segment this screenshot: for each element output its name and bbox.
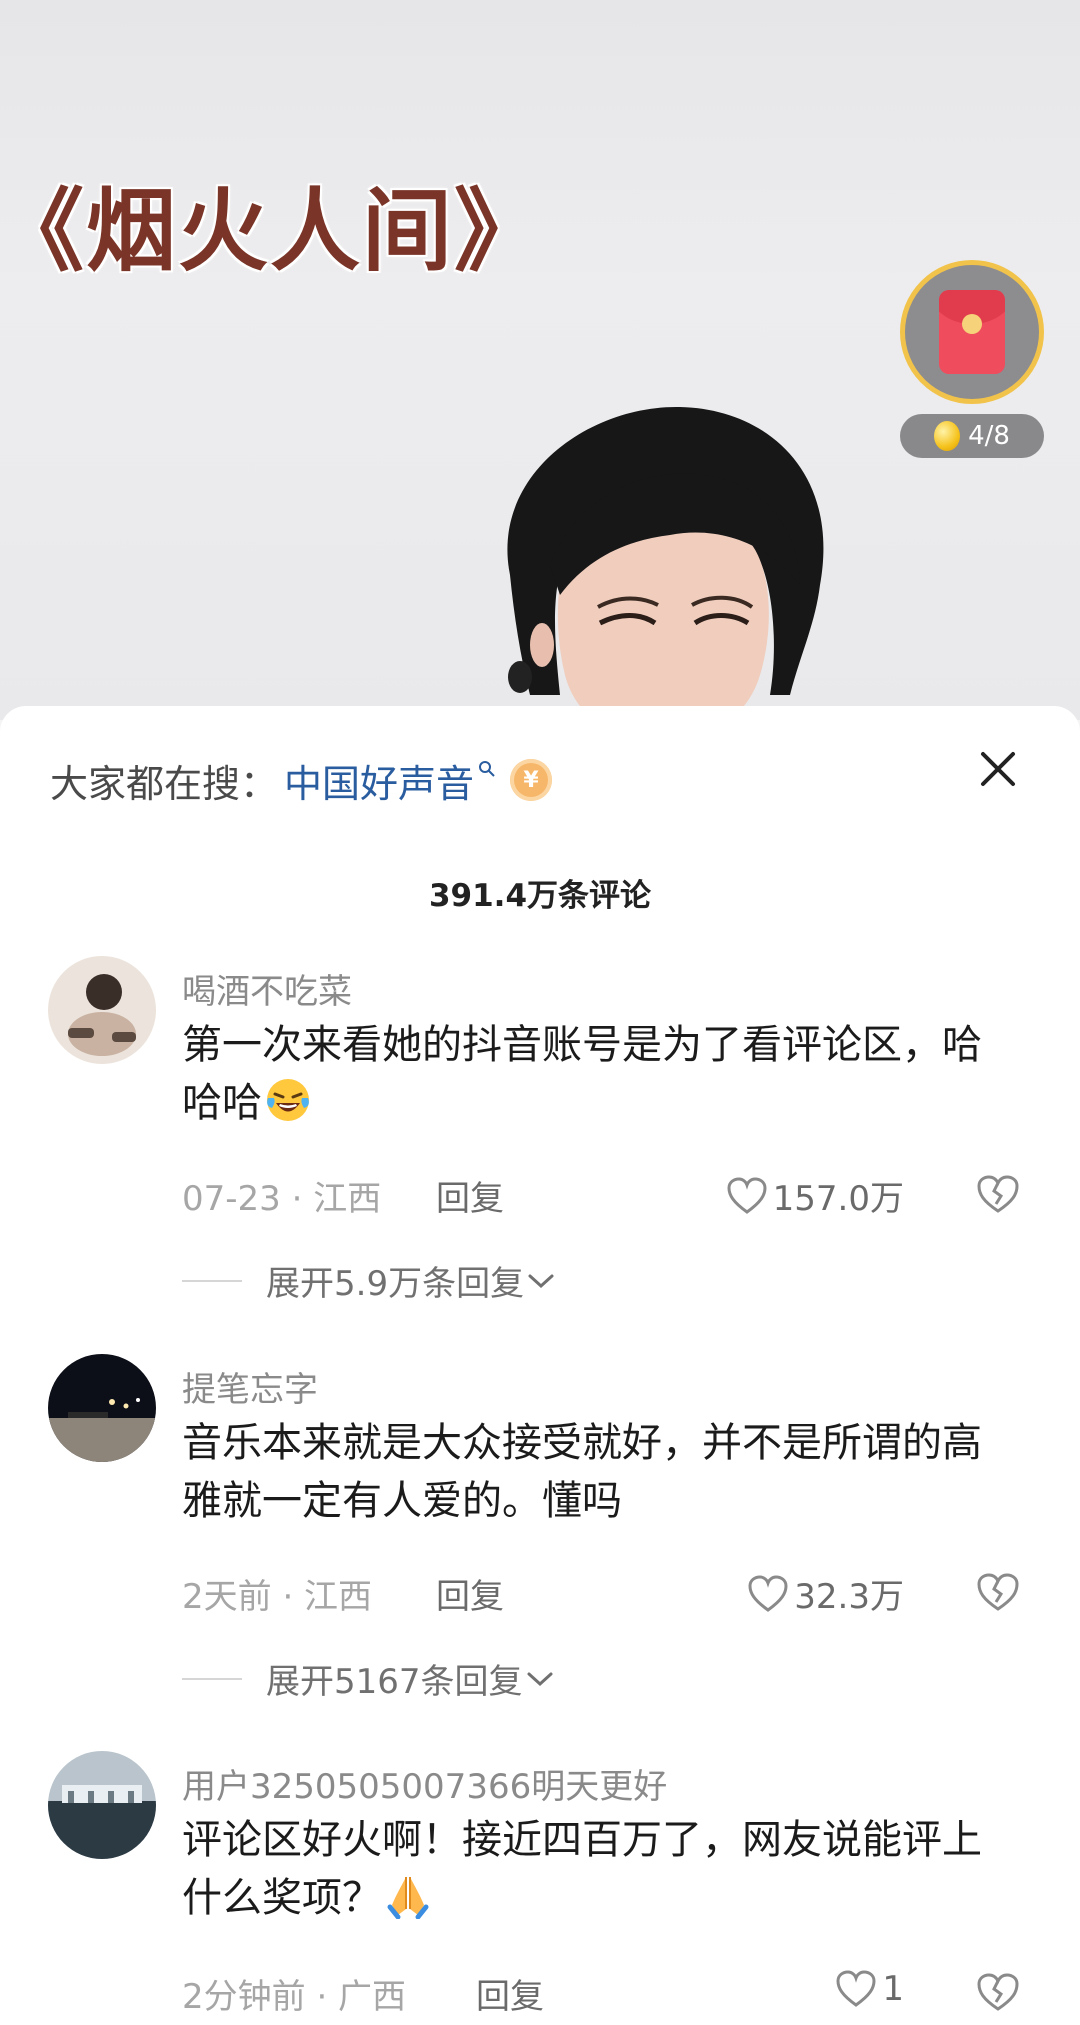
video-title-overlay: 《烟火人间》 xyxy=(0,178,546,284)
divider-line xyxy=(182,1677,242,1680)
gold-coin-icon xyxy=(934,421,961,451)
avatar[interactable] xyxy=(48,1354,156,1462)
yuan-coin-icon[interactable]: ¥ xyxy=(510,759,553,801)
hot-search-bar[interactable]: 大家都在搜： 中国好声音 ¥ xyxy=(50,750,553,810)
praying-hands-emoji-icon xyxy=(387,1877,429,1919)
video-person-image xyxy=(507,406,824,720)
comment-text: 音乐本来就是大众接受就好，并不是所谓的高雅就一定有人爱的。懂吗 xyxy=(182,1420,982,1524)
comment-item: 喝酒不吃菜 第一次来看她的抖音账号是为了看评论区，哈哈哈 07-23 · 江西 … xyxy=(0,956,1080,1356)
comment-count: 391.4万条评论 xyxy=(428,878,652,914)
red-packet-icon xyxy=(939,290,1005,374)
chevron-down-icon xyxy=(528,1274,554,1288)
chevron-down-icon xyxy=(527,1672,553,1686)
comment-meta: 07-23 · 江西 xyxy=(182,1179,382,1219)
comment-username[interactable]: 用户3250505007366明天更好 xyxy=(182,1759,667,1808)
reply-button[interactable]: 回复 xyxy=(436,1569,504,1618)
laughing-tears-emoji-icon xyxy=(267,1079,309,1121)
like-button[interactable]: 32.3万 xyxy=(748,1569,904,1618)
comment-sheet: 大家都在搜： 中国好声音 ¥ 391.4万条评论 喝酒不吃菜 第一次来看她的抖音… xyxy=(0,706,1080,2025)
search-icon xyxy=(479,761,495,777)
avatar[interactable] xyxy=(48,1751,156,1859)
like-count: 32.3万 xyxy=(794,1577,904,1617)
broken-heart-icon[interactable] xyxy=(976,1572,1020,1612)
comment-username[interactable]: 喝酒不吃菜 xyxy=(182,964,352,1013)
task-progress-badge[interactable]: 4/8 xyxy=(900,414,1044,458)
avatar[interactable] xyxy=(48,956,156,1064)
comment-username[interactable]: 提笔忘字 xyxy=(182,1362,318,1411)
broken-heart-icon[interactable] xyxy=(976,1972,1020,2012)
like-count: 1 xyxy=(882,1969,904,2009)
hot-search-term[interactable]: 中国好声音 xyxy=(284,753,474,808)
divider-line xyxy=(182,1279,242,1282)
close-icon[interactable] xyxy=(975,746,1021,792)
like-button[interactable]: 1 xyxy=(836,1969,904,2009)
expand-replies-button[interactable]: 展开5.9万条回复 xyxy=(182,1256,558,1305)
comment-item: 用户3250505007366明天更好 评论区好火啊！接近四百万了，网友说能评上… xyxy=(0,1751,1080,2025)
reply-button[interactable]: 回复 xyxy=(436,1171,504,1220)
video-player[interactable]: 《烟火人间》 4/8 xyxy=(0,0,1080,720)
expand-replies-label: 展开5167条回复 xyxy=(266,1662,523,1702)
comment-text: 第一次来看她的抖音账号是为了看评论区，哈哈哈 xyxy=(182,1016,1012,1132)
comment-meta: 2分钟前 · 广西 xyxy=(182,1977,407,2017)
like-button[interactable]: 157.0万 xyxy=(727,1171,904,1220)
broken-heart-icon[interactable] xyxy=(976,1174,1020,1214)
expand-replies-button[interactable]: 展开5167条回复 xyxy=(182,1654,557,1703)
comment-item: 提笔忘字 音乐本来就是大众接受就好，并不是所谓的高雅就一定有人爱的。懂吗 2天前… xyxy=(0,1354,1080,1734)
task-progress-text: 4/8 xyxy=(968,421,1010,451)
red-packet-button[interactable] xyxy=(900,260,1044,404)
expand-replies-label: 展开5.9万条回复 xyxy=(266,1264,525,1304)
heart-icon xyxy=(727,1176,767,1214)
comment-text-body: 评论区好火啊！接近四百万了，网友说能评上什么奖项？ xyxy=(182,1817,982,1921)
comment-meta: 2天前 · 江西 xyxy=(182,1577,373,1617)
hot-search-label: 大家都在搜： xyxy=(50,761,279,806)
like-count: 157.0万 xyxy=(772,1179,904,1219)
heart-icon xyxy=(748,1574,788,1612)
reply-button[interactable]: 回复 xyxy=(476,1969,544,2018)
comment-text: 评论区好火啊！接近四百万了，网友说能评上什么奖项？ xyxy=(182,1811,1012,1927)
heart-icon xyxy=(836,1970,876,2007)
